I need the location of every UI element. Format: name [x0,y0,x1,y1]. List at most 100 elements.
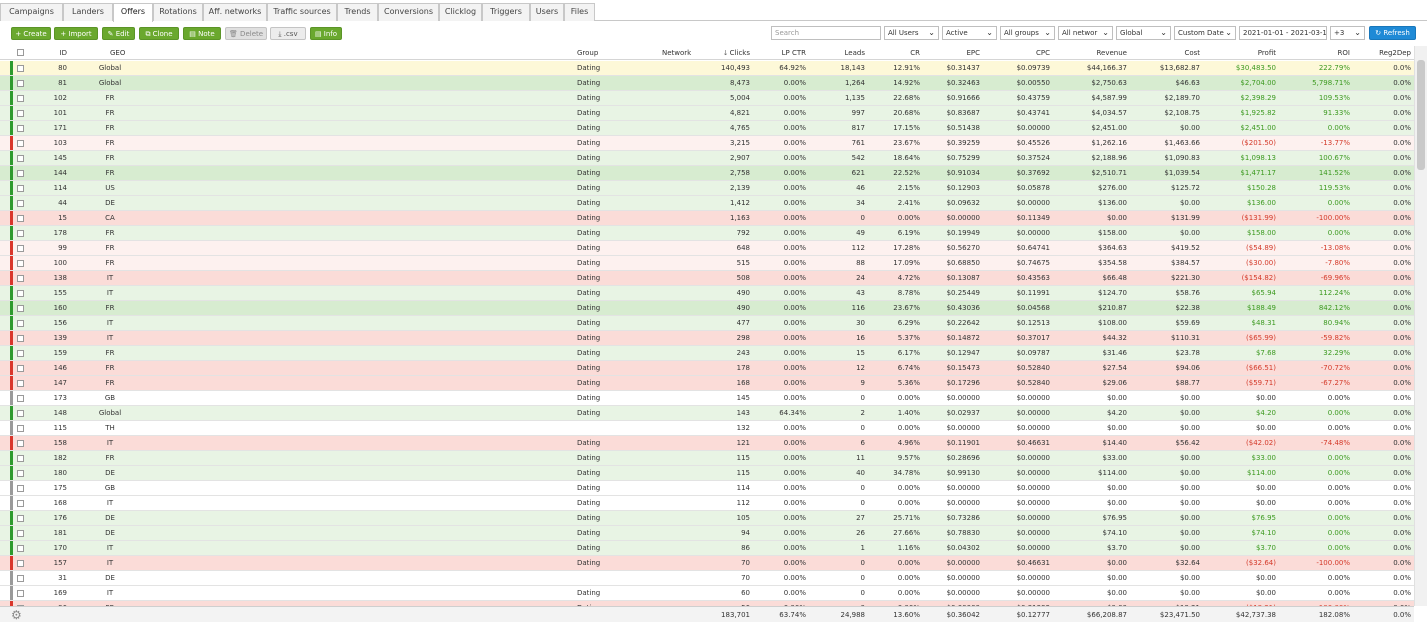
row-checkbox[interactable] [17,305,24,312]
select-all-checkbox[interactable] [17,49,24,56]
table-row[interactable]: 168 IT Dating 112 0.00% 0 0.00% $0.00000 $0.0000… [0,496,1414,511]
table-row[interactable]: 173 GB Dating 145 0.00% 0 0.00% $0.00000 $0.0000… [0,391,1414,406]
row-checkbox[interactable] [17,560,24,567]
row-checkbox[interactable] [17,260,24,267]
col-network[interactable]: Network [662,46,702,59]
info-button[interactable]: ▤ Info [310,27,342,40]
tab-rotations[interactable]: Rotations [153,3,203,21]
row-checkbox[interactable] [17,485,24,492]
table-row[interactable]: 81 Global Dating 8,473 0.00% 1,264 14.92% $0.32… [0,76,1414,91]
row-checkbox[interactable] [17,110,24,117]
row-checkbox[interactable] [17,365,24,372]
col-reg2dep[interactable]: Reg2Dep [1368,46,1411,59]
tab-users[interactable]: Users [530,3,564,21]
table-row[interactable]: 171 FR Dating 4,765 0.00% 817 17.15% $0.51438 $0… [0,121,1414,136]
search-input[interactable]: Search [771,26,881,40]
row-checkbox[interactable] [17,185,24,192]
table-row[interactable]: 159 FR Dating 243 0.00% 15 6.17% $0.12947 $0.097… [0,346,1414,361]
col-roi[interactable]: ROI [1310,46,1350,59]
col-cost[interactable]: Cost [1160,46,1200,59]
row-checkbox[interactable] [17,95,24,102]
col-cpc[interactable]: CPC [1010,46,1050,59]
table-row[interactable]: 155 IT Dating 490 0.00% 43 8.78% $0.25449 $0.119… [0,286,1414,301]
row-checkbox[interactable] [17,545,24,552]
row-checkbox[interactable] [17,350,24,357]
date-mode-select[interactable]: Custom Date ⌄ [1174,26,1236,40]
row-checkbox[interactable] [17,65,24,72]
table-row[interactable]: 139 IT Dating 298 0.00% 16 5.37% $0.14872 $0.370… [0,331,1414,346]
col-profit[interactable]: Profit [1236,46,1276,59]
row-checkbox[interactable] [17,290,24,297]
date-range-input[interactable]: 2021-01-01 - 2021-03-10 [1239,26,1327,40]
col-lp-ctr[interactable]: LP CTR [766,46,806,59]
row-checkbox[interactable] [17,215,24,222]
row-checkbox[interactable] [17,275,24,282]
table-row[interactable]: 101 FR Dating 4,821 0.00% 997 20.68% $0.83687 $0… [0,106,1414,121]
tab-trends[interactable]: Trends [337,3,378,21]
col-revenue[interactable]: Revenue [1080,46,1128,59]
table-row[interactable]: 31 DE 70 0.00% 0 0.00% $0.00000 $0.00000 $0.00 $0… [0,571,1414,586]
row-checkbox[interactable] [17,320,24,327]
tab-aff-networks[interactable]: Aff. networks [203,3,267,21]
table-row[interactable]: 114 US Dating 2,139 0.00% 46 2.15% $0.12903 $0.0… [0,181,1414,196]
create-button[interactable]: + Create [11,27,51,40]
row-checkbox[interactable] [17,395,24,402]
table-row[interactable]: 158 IT Dating 121 0.00% 6 4.96% $0.11901 $0.4663… [0,436,1414,451]
tab-landers[interactable]: Landers [63,3,113,21]
note-button[interactable]: ▤ Note [183,27,221,40]
row-checkbox[interactable] [17,575,24,582]
table-row[interactable]: 99 FR Dating 648 0.00% 112 17.28% $0.56270 $0.64… [0,241,1414,256]
table-row[interactable]: 175 GB Dating 114 0.00% 0 0.00% $0.00000 $0.0000… [0,481,1414,496]
networks-select[interactable]: All networ ⌄ [1058,26,1113,40]
delete-button[interactable]: 🗑 Delete [225,27,267,40]
row-checkbox[interactable] [17,80,24,87]
col-epc[interactable]: EPC [940,46,980,59]
table-row[interactable]: 182 FR Dating 115 0.00% 11 9.57% $0.28696 $0.000… [0,451,1414,466]
table-row[interactable]: 80 Global Dating 140,493 64.92% 18,143 12.91% $… [0,61,1414,76]
table-row[interactable]: 103 FR Dating 3,215 0.00% 761 23.67% $0.39259 $0… [0,136,1414,151]
table-row[interactable]: 115 TH 132 0.00% 0 0.00% $0.00000 $0.00000 $0.00… [0,421,1414,436]
row-checkbox[interactable] [17,530,24,537]
row-checkbox[interactable] [17,515,24,522]
export-csv-button[interactable]: ⤓ .csv [270,27,306,40]
tab-traffic-sources[interactable]: Traffic sources [267,3,337,21]
row-checkbox[interactable] [17,590,24,597]
row-checkbox[interactable] [17,380,24,387]
row-checkbox[interactable] [17,425,24,432]
tab-files[interactable]: Files [564,3,595,21]
table-row[interactable]: 170 IT Dating 86 0.00% 1 1.16% $0.04302 $0.00000… [0,541,1414,556]
row-checkbox[interactable] [17,140,24,147]
row-checkbox[interactable] [17,125,24,132]
table-row[interactable]: 176 DE Dating 105 0.00% 27 25.71% $0.73286 $0.00… [0,511,1414,526]
scope-select[interactable]: Global ⌄ [1116,26,1171,40]
tab-campaigns[interactable]: Campaigns [0,3,63,21]
table-row[interactable]: 157 IT Dating 70 0.00% 0 0.00% $0.00000 $0.46631… [0,556,1414,571]
col-clicks[interactable]: 🡓 Clicks [700,46,750,59]
groups-select[interactable]: All groups ⌄ [1000,26,1055,40]
row-checkbox[interactable] [17,245,24,252]
row-checkbox[interactable] [17,170,24,177]
row-checkbox[interactable] [17,410,24,417]
row-checkbox[interactable] [17,230,24,237]
gear-icon[interactable]: ⚙ [11,609,23,621]
table-row[interactable]: 146 FR Dating 178 0.00% 12 6.74% $0.15473 $0.528… [0,361,1414,376]
table-row[interactable]: 102 FR Dating 5,004 0.00% 1,135 22.68% $0.91666… [0,91,1414,106]
import-button[interactable]: + Import [54,27,98,40]
status-select[interactable]: Active ⌄ [942,26,997,40]
tab-conversions[interactable]: Conversions [378,3,439,21]
col-leads[interactable]: Leads [825,46,865,59]
col-cr[interactable]: CR [880,46,920,59]
table-row[interactable]: 145 FR Dating 2,907 0.00% 542 18.64% $0.75299 $0… [0,151,1414,166]
table-row[interactable]: 148 Global Dating 143 64.34% 2 1.40% $0.02937 $0… [0,406,1414,421]
table-row[interactable]: 15 CA Dating 1,163 0.00% 0 0.00% $0.00000 $0.113… [0,211,1414,226]
table-row[interactable]: 156 IT Dating 477 0.00% 30 6.29% $0.22642 $0.125… [0,316,1414,331]
table-row[interactable]: 169 IT Dating 60 0.00% 0 0.00% $0.00000 $0.00000… [0,586,1414,601]
row-checkbox[interactable] [17,440,24,447]
table-row[interactable]: 100 FR Dating 515 0.00% 88 17.09% $0.68850 $0.74… [0,256,1414,271]
row-checkbox[interactable] [17,155,24,162]
col-group[interactable]: Group [577,46,617,59]
row-checkbox[interactable] [17,200,24,207]
row-checkbox[interactable] [17,335,24,342]
row-checkbox[interactable] [17,470,24,477]
col-geo[interactable]: GEO [110,46,150,59]
